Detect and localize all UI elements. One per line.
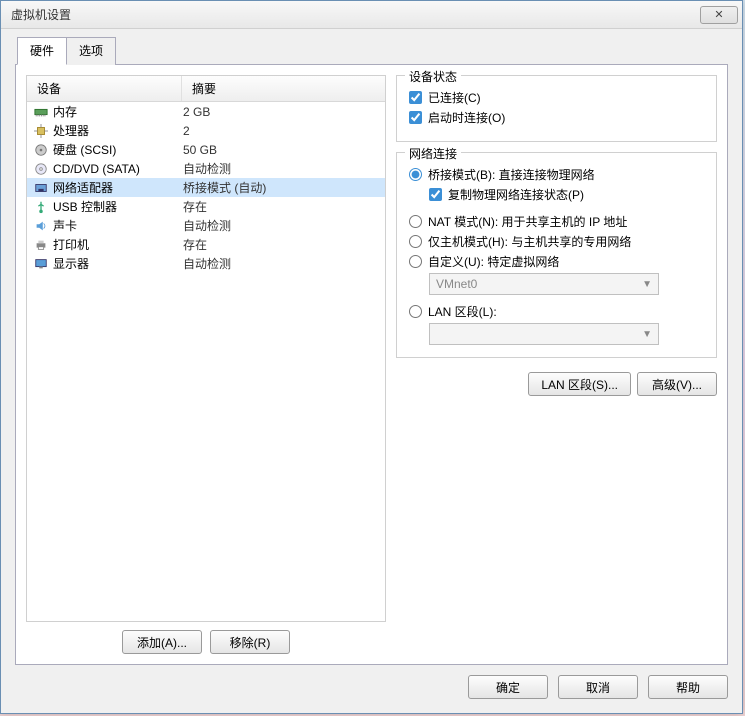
- device-summary: 自动检测: [183, 255, 381, 272]
- custom-vmnet-value: VMnet0: [436, 277, 477, 291]
- custom-radio[interactable]: [409, 255, 422, 268]
- hostonly-radio-row[interactable]: 仅主机模式(H): 与主机共享的专用网络: [409, 233, 704, 250]
- device-row[interactable]: 打印机存在: [27, 235, 385, 254]
- memory-icon: [33, 104, 49, 120]
- connect-poweron-checkbox-row[interactable]: 启动时连接(O): [409, 109, 704, 126]
- dialog-footer: 确定 取消 帮助: [15, 665, 728, 699]
- ok-button[interactable]: 确定: [468, 675, 548, 699]
- device-summary: 50 GB: [183, 143, 381, 157]
- replicate-checkbox[interactable]: [429, 188, 442, 201]
- vm-settings-window: 虚拟机设置 ✕ 硬件 选项 设备 摘要 内存2 GB处理器2硬盘 (SCSI)5…: [0, 0, 743, 714]
- device-row[interactable]: 显示器自动检测: [27, 254, 385, 273]
- device-summary: 2: [183, 124, 381, 138]
- lan-label: LAN 区段(L):: [428, 303, 497, 320]
- window-title: 虚拟机设置: [11, 6, 700, 23]
- list-header: 设备 摘要: [27, 76, 385, 102]
- lan-segment-select[interactable]: ▼: [429, 323, 659, 345]
- device-summary: 自动检测: [183, 160, 381, 177]
- col-device: 设备: [27, 76, 182, 101]
- chevron-down-icon: ▼: [642, 329, 652, 340]
- device-row[interactable]: 内存2 GB: [27, 102, 385, 121]
- device-name: 显示器: [53, 255, 183, 272]
- tab-panel-hardware: 设备 摘要 内存2 GB处理器2硬盘 (SCSI)50 GBCD/DVD (SA…: [15, 64, 728, 665]
- tab-hardware[interactable]: 硬件: [17, 37, 67, 65]
- sound-icon: [33, 218, 49, 234]
- network-connection-group: 网络连接 桥接模式(B): 直接连接物理网络 复制物理网络连接状态(P) NAT…: [396, 152, 717, 358]
- connected-checkbox-row[interactable]: 已连接(C): [409, 89, 704, 106]
- display-icon: [33, 256, 49, 272]
- tab-strip: 硬件 选项: [17, 37, 728, 65]
- custom-vmnet-select[interactable]: VMnet0 ▼: [429, 273, 659, 295]
- nic-icon: [33, 180, 49, 196]
- device-name: 处理器: [53, 122, 183, 139]
- remove-button[interactable]: 移除(R): [210, 630, 290, 654]
- nat-radio[interactable]: [409, 215, 422, 228]
- col-summary: 摘要: [182, 76, 385, 101]
- network-connection-legend: 网络连接: [405, 145, 461, 162]
- device-list: 设备 摘要 内存2 GB处理器2硬盘 (SCSI)50 GBCD/DVD (SA…: [26, 75, 386, 622]
- device-row[interactable]: 处理器2: [27, 121, 385, 140]
- connect-poweron-checkbox[interactable]: [409, 111, 422, 124]
- right-button-row: LAN 区段(S)... 高级(V)...: [396, 372, 717, 396]
- device-summary: 自动检测: [183, 217, 381, 234]
- custom-radio-row[interactable]: 自定义(U): 特定虚拟网络: [409, 253, 704, 270]
- usb-icon: [33, 199, 49, 215]
- bridged-radio-row[interactable]: 桥接模式(B): 直接连接物理网络: [409, 166, 704, 183]
- tab-hardware-label: 硬件: [30, 44, 54, 58]
- cpu-icon: [33, 123, 49, 139]
- device-name: CD/DVD (SATA): [53, 162, 183, 176]
- device-buttons: 添加(A)... 移除(R): [26, 630, 386, 654]
- tab-options[interactable]: 选项: [66, 37, 116, 65]
- device-summary: 桥接模式 (自动): [183, 179, 381, 196]
- replicate-label: 复制物理网络连接状态(P): [448, 186, 584, 203]
- tab-options-label: 选项: [79, 44, 103, 58]
- printer-icon: [33, 237, 49, 253]
- right-pane: 设备状态 已连接(C) 启动时连接(O) 网络连接 桥接模式(B): 直接连接物: [396, 75, 717, 654]
- bridged-radio[interactable]: [409, 168, 422, 181]
- chevron-down-icon: ▼: [642, 279, 652, 290]
- connected-checkbox[interactable]: [409, 91, 422, 104]
- close-icon: ✕: [714, 8, 723, 21]
- device-name: 网络适配器: [53, 179, 183, 196]
- device-name: 声卡: [53, 217, 183, 234]
- lan-radio-row[interactable]: LAN 区段(L):: [409, 303, 704, 320]
- titlebar: 虚拟机设置 ✕: [1, 1, 742, 29]
- device-name: 内存: [53, 103, 183, 120]
- device-name: USB 控制器: [53, 198, 183, 215]
- device-row[interactable]: CD/DVD (SATA)自动检测: [27, 159, 385, 178]
- help-button[interactable]: 帮助: [648, 675, 728, 699]
- device-summary: 存在: [183, 198, 381, 215]
- device-name: 打印机: [53, 236, 183, 253]
- hostonly-label: 仅主机模式(H): 与主机共享的专用网络: [428, 233, 631, 250]
- device-row[interactable]: 声卡自动检测: [27, 216, 385, 235]
- device-row[interactable]: 硬盘 (SCSI)50 GB: [27, 140, 385, 159]
- cd-icon: [33, 161, 49, 177]
- left-pane: 设备 摘要 内存2 GB处理器2硬盘 (SCSI)50 GBCD/DVD (SA…: [26, 75, 386, 654]
- device-summary: 存在: [183, 236, 381, 253]
- add-button[interactable]: 添加(A)...: [122, 630, 202, 654]
- disk-icon: [33, 142, 49, 158]
- custom-label: 自定义(U): 特定虚拟网络: [428, 253, 559, 270]
- close-button[interactable]: ✕: [700, 6, 738, 24]
- connected-label: 已连接(C): [428, 89, 481, 106]
- nat-label: NAT 模式(N): 用于共享主机的 IP 地址: [428, 213, 627, 230]
- hostonly-radio[interactable]: [409, 235, 422, 248]
- bridged-label: 桥接模式(B): 直接连接物理网络: [428, 166, 595, 183]
- device-row[interactable]: 网络适配器桥接模式 (自动): [27, 178, 385, 197]
- content-area: 硬件 选项 设备 摘要 内存2 GB处理器2硬盘 (SCSI)50 GBCD/D…: [1, 29, 742, 713]
- device-status-legend: 设备状态: [405, 68, 461, 85]
- lan-radio[interactable]: [409, 305, 422, 318]
- advanced-button[interactable]: 高级(V)...: [637, 372, 717, 396]
- connect-poweron-label: 启动时连接(O): [428, 109, 505, 126]
- lan-segments-button[interactable]: LAN 区段(S)...: [528, 372, 631, 396]
- device-name: 硬盘 (SCSI): [53, 141, 183, 158]
- device-row[interactable]: USB 控制器存在: [27, 197, 385, 216]
- replicate-checkbox-row[interactable]: 复制物理网络连接状态(P): [429, 186, 704, 203]
- device-status-group: 设备状态 已连接(C) 启动时连接(O): [396, 75, 717, 142]
- cancel-button[interactable]: 取消: [558, 675, 638, 699]
- nat-radio-row[interactable]: NAT 模式(N): 用于共享主机的 IP 地址: [409, 213, 704, 230]
- device-summary: 2 GB: [183, 105, 381, 119]
